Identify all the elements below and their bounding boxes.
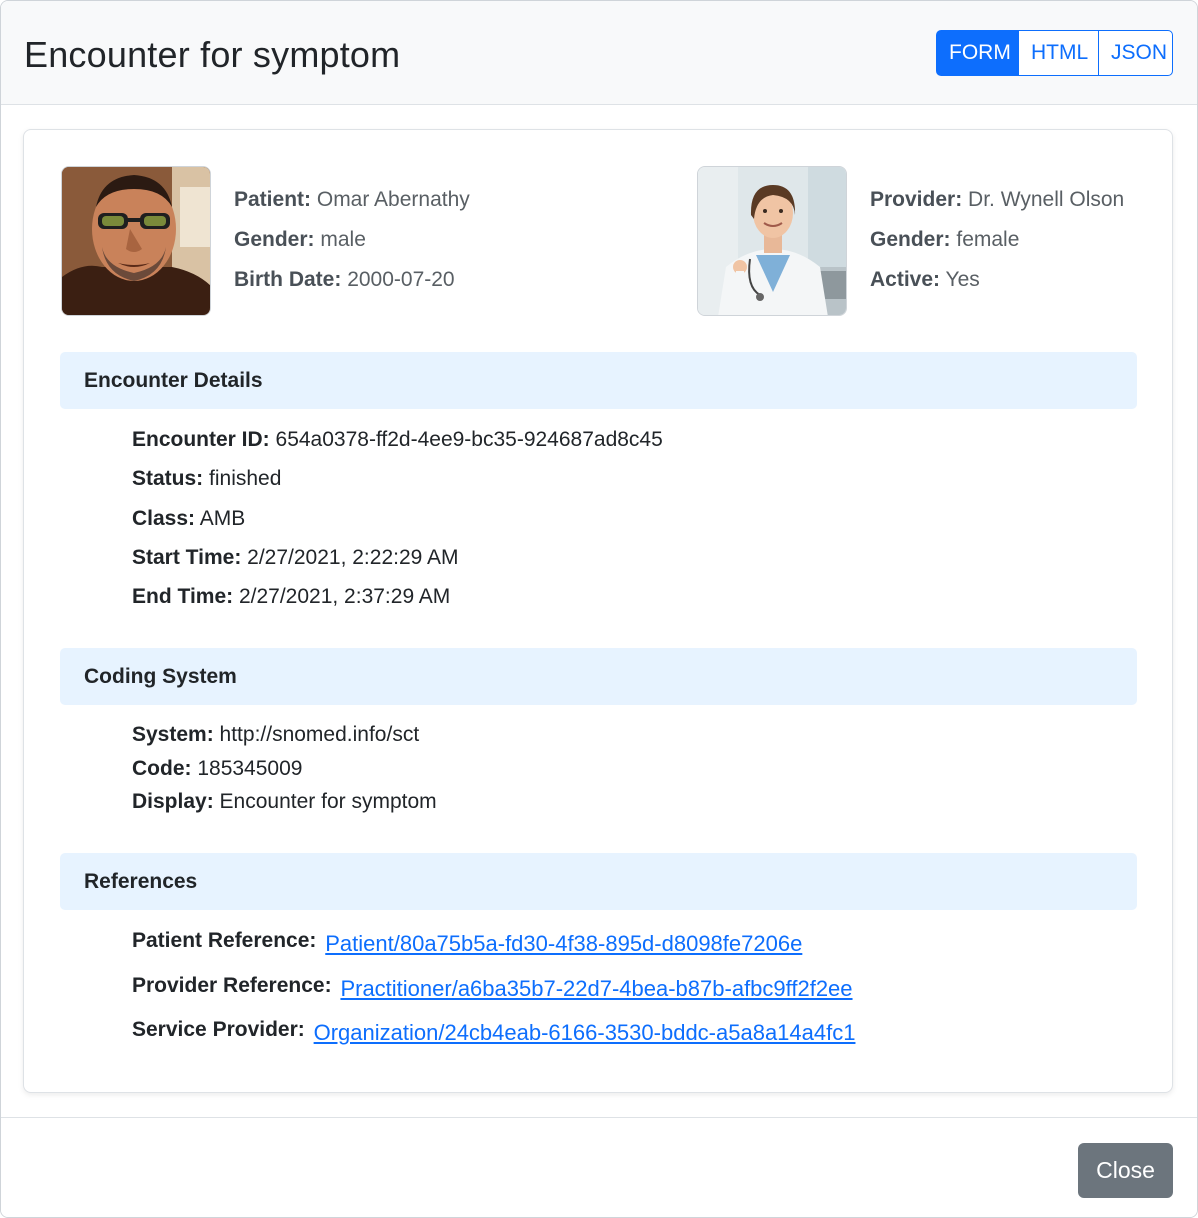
encounter-id-label: Encounter ID:: [132, 428, 270, 451]
provider-active: Yes: [945, 268, 980, 291]
service-provider-label: Service Provider:: [132, 1018, 305, 1042]
provider-info: Provider: Dr. Wynell Olson Gender: femal…: [870, 180, 1124, 300]
references-heading: References: [84, 870, 198, 893]
provider-reference-label: Provider Reference:: [132, 973, 332, 997]
tab-json[interactable]: JSON: [1098, 30, 1173, 76]
encounter-id-row: Encounter ID: 654a0378-ff2d-4ee9-bc35-92…: [132, 420, 663, 459]
coding-system-heading: Coding System: [84, 665, 237, 688]
patient-info: Patient: Omar Abernathy Gender: male Bir…: [234, 180, 470, 300]
patient-name-row: Patient: Omar Abernathy: [234, 180, 470, 220]
patient-avatar: [61, 166, 211, 316]
encounter-id-value: 654a0378-ff2d-4ee9-bc35-924687ad8c45: [275, 428, 663, 451]
tab-html[interactable]: HTML: [1018, 30, 1099, 76]
provider-name-label: Provider:: [870, 188, 963, 211]
encounter-modal: Encounter for symptom FORM HTML JSON Pat…: [0, 0, 1198, 1218]
tab-form[interactable]: FORM: [936, 30, 1019, 76]
code-label: Code:: [132, 756, 192, 780]
provider-avatar: [697, 166, 847, 316]
patient-birth-label: Birth Date:: [234, 268, 342, 291]
provider-gender: female: [956, 228, 1020, 251]
patient-birth-row: Birth Date: 2000-07-20: [234, 260, 470, 300]
provider-reference-row: Provider Reference: Practitioner/a6ba35b…: [132, 967, 855, 1012]
encounter-details-heading: Encounter Details: [84, 369, 263, 392]
class-label: Class:: [132, 506, 196, 530]
provider-name: Dr. Wynell Olson: [968, 188, 1125, 211]
coding-system-header: Coding System: [60, 648, 1137, 705]
modal-footer: Close: [1, 1117, 1197, 1217]
display-label: Display:: [132, 790, 214, 813]
patient-reference-label: Patient Reference:: [132, 929, 317, 952]
references-list: Patient Reference: Patient/80a75b5a-fd30…: [132, 922, 855, 1056]
start-time-label: Start Time:: [132, 545, 242, 569]
service-provider-row: Service Provider: Organization/24cb4eab-…: [132, 1011, 855, 1056]
system-value: http://snomed.info/sct: [219, 723, 420, 746]
provider-active-label: Active:: [870, 268, 941, 291]
patient-name-label: Patient:: [234, 188, 312, 211]
display-row: Display: Encounter for symptom: [132, 785, 437, 819]
end-time-value: 2/27/2021, 2:37:29 AM: [238, 585, 451, 609]
system-label: System:: [132, 723, 214, 746]
patient-birth-date: 2000-07-20: [347, 268, 455, 291]
provider-reference-link[interactable]: Practitioner/a6ba35b7-22d7-4bea-b87b-afb…: [340, 976, 852, 1001]
patient-gender: male: [320, 228, 366, 251]
modal-title: Encounter for symptom: [24, 34, 401, 75]
view-mode-toggle: FORM HTML JSON: [936, 30, 1173, 76]
provider-gender-row: Gender: female: [870, 220, 1124, 260]
end-time-row: End Time: 2/27/2021, 2:37:29 AM: [132, 577, 663, 616]
service-provider-link[interactable]: Organization/24cb4eab-6166-3530-bddc-a5a…: [314, 1020, 856, 1045]
close-button[interactable]: Close: [1078, 1143, 1173, 1198]
status-label: Status:: [132, 467, 204, 491]
end-time-label: End Time:: [132, 585, 234, 609]
modal-header: Encounter for symptom FORM HTML JSON: [1, 1, 1197, 105]
display-value: Encounter for symptom: [219, 790, 437, 813]
patient-reference-link[interactable]: Patient/80a75b5a-fd30-4f38-895d-d8098fe7…: [325, 931, 802, 956]
encounter-card: Patient: Omar Abernathy Gender: male Bir…: [23, 129, 1173, 1093]
provider-active-row: Active: Yes: [870, 260, 1124, 300]
start-time-row: Start Time: 2/27/2021, 2:22:29 AM: [132, 538, 663, 577]
start-time-value: 2/27/2021, 2:22:29 AM: [247, 545, 459, 569]
patient-gender-label: Gender:: [234, 228, 315, 251]
references-header: References: [60, 853, 1137, 910]
code-row: Code: 185345009: [132, 752, 437, 786]
encounter-details-list: Encounter ID: 654a0378-ff2d-4ee9-bc35-92…: [132, 420, 663, 616]
provider-gender-label: Gender:: [870, 228, 951, 251]
system-row: System: http://snomed.info/sct: [132, 718, 437, 752]
patient-name: Omar Abernathy: [316, 188, 470, 211]
patient-reference-row: Patient Reference: Patient/80a75b5a-fd30…: [132, 922, 855, 967]
coding-system-list: System: http://snomed.info/sct Code: 185…: [132, 718, 437, 819]
class-value: AMB: [199, 506, 246, 530]
status-row: Status: finished: [132, 459, 663, 498]
code-value: 185345009: [197, 756, 303, 780]
status-value: finished: [209, 467, 282, 491]
patient-gender-row: Gender: male: [234, 220, 470, 260]
class-row: Class: AMB: [132, 499, 663, 538]
provider-name-row: Provider: Dr. Wynell Olson: [870, 180, 1124, 220]
encounter-details-header: Encounter Details: [60, 352, 1137, 409]
